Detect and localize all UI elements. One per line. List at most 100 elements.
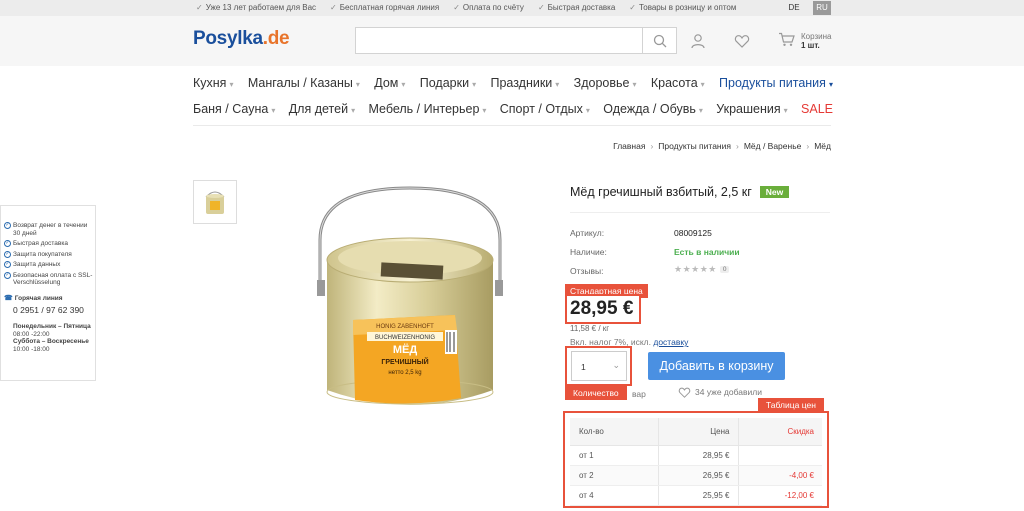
divider [570,212,830,213]
chevron-down-icon: ▾ [585,106,590,115]
check-icon: ✓ [4,240,11,247]
price-cell: 25,95 € [658,485,739,506]
price-table-label: Таблица цен [758,398,824,412]
breadcrumb: Главная › Продукты питания › Мёд / Варенье… [613,141,831,151]
qty-cell: от 2 [570,465,659,486]
discount-cell: -4,00 € [738,465,822,486]
search-input[interactable] [355,27,643,54]
check-icon: ✓ [4,222,11,229]
chevron-down-icon: ⌄ [612,360,620,370]
nav-item-furniture[interactable]: Мебель / Интерьер ▾ [368,102,486,116]
language-ru-button[interactable]: RU [813,1,831,15]
product-thumbnail[interactable] [193,180,237,224]
nav-item-health[interactable]: Здоровье ▾ [574,76,637,90]
nav-item-sport[interactable]: Спорт / Отдых ▾ [500,102,590,116]
article-value: 08009125 [674,228,712,238]
table-header-row: Кол-во Цена Скидка [570,418,822,446]
main-nav-row-1: Кухня ▾ Мангалы / Казаны ▾ Дом ▾ Подарки ▾ П… [193,76,833,90]
price-cell: 26,95 € [658,465,739,486]
check-icon: ✓ [196,3,203,12]
shipping-link[interactable]: доставку [653,337,688,347]
article-label: Артикул: [570,228,605,238]
benefit-item: ✓ Возврат денег в течении 30 дней [4,222,88,237]
breadcrumb-separator: › [650,141,654,151]
breadcrumb-separator: › [806,141,810,151]
column-header: Скидка [738,418,822,446]
nav-item-clothing[interactable]: Одежда / Обувь ▾ [603,102,703,116]
hotline-phone[interactable]: 0 2951 / 97 62 390 [13,305,93,315]
product-image[interactable]: HONIG ZABENHOFT BUCHWEIZENHONIG МЁД ГРЕЧ… [305,180,515,420]
chevron-down-icon: ▾ [632,80,637,89]
reviews-label: Отзывы: [570,266,604,276]
quantity-label: Количество [565,386,627,400]
logo[interactable]: Posylka.de [193,28,290,50]
price-table: Кол-во Цена Скидка от 1 28,95 € от 2 26,… [570,418,822,506]
benefit-item: ✓ Быстрая доставка [4,240,68,247]
availability-value: Есть в наличии [674,247,740,257]
cart-icon [779,32,795,46]
chevron-down-icon: ▾ [482,106,487,115]
nav-item-sauna[interactable]: Баня / Сауна ▾ [193,102,275,116]
label-text: МЁД [393,343,418,356]
nav-divider [193,125,831,126]
header: Posylka.de Корзина 1 шт. [0,16,1024,66]
wishlist-link[interactable]: 34 уже добавили [678,386,762,398]
nav-item-home[interactable]: Дом ▾ [374,76,405,90]
label-text: ГРЕЧИШНЫЙ [381,357,428,366]
table-row: от 4 25,95 € -12,00 € [570,485,822,506]
nav-item-gifts[interactable]: Подарки ▾ [420,76,476,90]
nav-item-kitchen[interactable]: Кухня ▾ [193,76,233,90]
chevron-down-icon: ▾ [700,80,705,89]
chevron-down-icon: ▾ [229,80,234,89]
nav-item-holidays[interactable]: Праздники ▾ [490,76,559,90]
cart-summary: Корзина 1 шт. [801,32,832,50]
benefit-item: ✓ Защита данных [4,261,61,268]
nav-item-food[interactable]: Продукты питания ▾ [719,76,833,90]
check-icon: ✓ [537,3,545,12]
nav-item-sale[interactable]: SALE [801,102,833,116]
chevron-down-icon: ▾ [555,80,560,89]
label-text: нетто 2,5 kg [388,370,421,376]
user-icon[interactable] [690,33,706,49]
main-nav-row-2: Баня / Сауна ▾ Для детей ▾ Мебель / Интерь… [193,102,833,116]
usp-item: ✓ Оплата по счёту [453,3,524,12]
compare-link[interactable]: вар [632,389,646,399]
nav-item-kids[interactable]: Для детей ▾ [289,102,355,116]
hotline-label: ☎ Горячая линия [4,294,63,302]
honey-bucket-image: HONIG ZABENHOFT BUCHWEIZENHONIG МЁД ГРЕЧ… [317,186,503,405]
unit-price: 11,58 € / кг [570,324,610,333]
heart-icon [678,387,691,398]
price-cell: 28,95 € [658,445,739,466]
breadcrumb-item[interactable]: Главная [613,141,645,151]
nav-item-jewelry[interactable]: Украшения ▾ [716,102,787,116]
nav-item-grills[interactable]: Мангалы / Казаны ▾ [248,76,360,90]
breadcrumb-item[interactable]: Мёд / Варенье [744,141,802,151]
heart-icon[interactable] [734,33,750,49]
cart-button[interactable]: Корзина 1 шт. [778,32,831,50]
check-icon: ✓ [453,3,460,12]
breadcrumb-item[interactable]: Продукты питания [658,141,731,151]
column-header: Цена [658,418,739,446]
language-de-button[interactable]: DE [786,1,802,15]
qty-cell: от 1 [570,445,659,466]
benefit-item: ✓ Защита покупателя [4,250,72,258]
usp-list: ✓ Уже 13 лет работаем для Вас ✓ Бесплатная… [196,3,736,12]
chevron-down-icon: ▾ [698,106,703,115]
table-row: от 1 28,95 € [570,445,822,466]
review-count: 0 [719,266,730,273]
usp-item: ✓ Уже 13 лет работаем для Вас [196,3,317,12]
honey-bucket-thumbnail-image [205,191,225,214]
qty-cell: от 4 [570,485,659,506]
table-row: от 2 26,95 € -4,00 € [570,465,822,486]
price: 28,95 € [570,298,634,319]
chevron-down-icon: ▾ [271,106,276,115]
rating-stars[interactable]: ★★★★★ 0 [674,264,730,275]
nav-item-beauty[interactable]: Красота ▾ [651,76,705,90]
search-button[interactable] [643,27,677,54]
product-title: Мёд гречишный взбитый, 2,5 кг New [570,185,790,199]
availability-label: Наличие: [570,247,607,257]
search-icon [653,34,666,47]
discount-cell [738,445,822,466]
quantity-select[interactable]: 1 ⌄ [571,351,627,381]
add-to-cart-button[interactable]: Добавить в корзину [648,352,785,380]
